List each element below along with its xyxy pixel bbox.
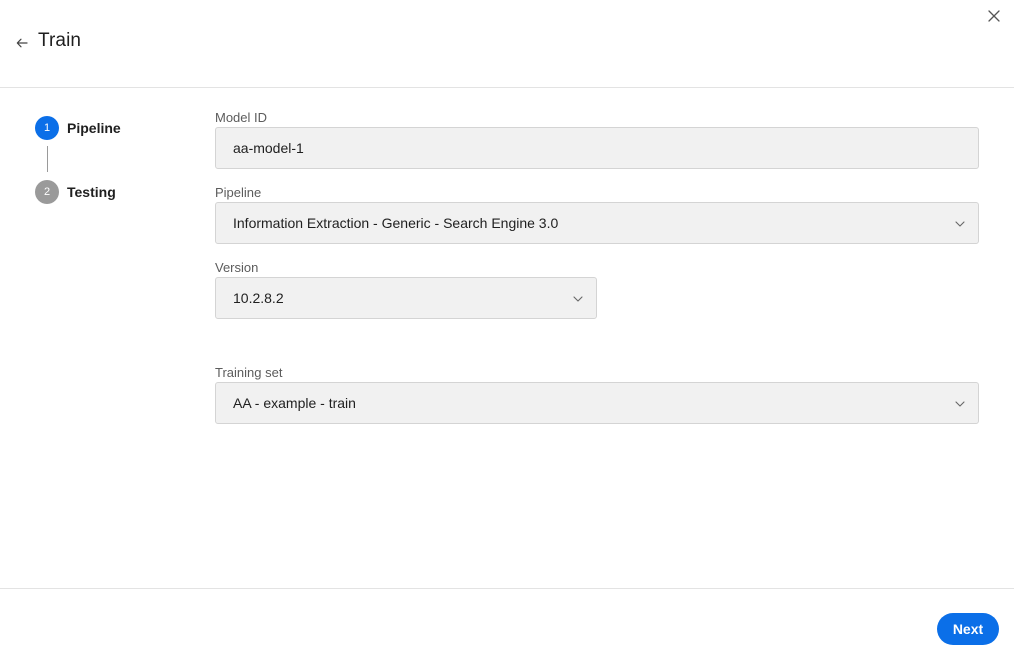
training-set-select[interactable]: AA - example - train [215,382,979,424]
step-connector [47,146,48,172]
step-label: Pipeline [67,120,121,136]
model-id-label: Model ID [215,110,268,125]
version-value: 10.2.8.2 [233,290,284,306]
step-pipeline[interactable]: 1 Pipeline [35,116,121,140]
dialog-footer [0,588,1014,664]
next-button[interactable]: Next [937,613,999,645]
chevron-down-icon [954,218,966,230]
model-id-value: aa-model-1 [233,140,304,156]
chevron-down-icon [954,398,966,410]
pipeline-value: Information Extraction - Generic - Searc… [233,215,559,231]
back-button[interactable] [14,35,30,51]
version-label: Version [215,260,259,275]
pipeline-label: Pipeline [215,185,262,200]
train-dialog: Train 1 Pipeline 2 Testing Model ID aa-m… [0,0,1014,664]
step-testing[interactable]: 2 Testing [35,180,116,204]
step-number: 2 [35,180,59,204]
version-select[interactable]: 10.2.8.2 [215,277,597,319]
training-set-value: AA - example - train [233,395,356,411]
arrow-left-icon [16,38,28,48]
chevron-down-icon [572,293,584,305]
model-id-input[interactable]: aa-model-1 [215,127,979,169]
close-button[interactable] [986,8,1002,24]
close-icon [988,10,1000,22]
dialog-header: Train [0,0,1014,88]
training-set-label: Training set [215,365,283,380]
pipeline-select[interactable]: Information Extraction - Generic - Searc… [215,202,979,244]
page-title: Train [38,30,82,51]
step-label: Testing [67,184,116,200]
step-number: 1 [35,116,59,140]
